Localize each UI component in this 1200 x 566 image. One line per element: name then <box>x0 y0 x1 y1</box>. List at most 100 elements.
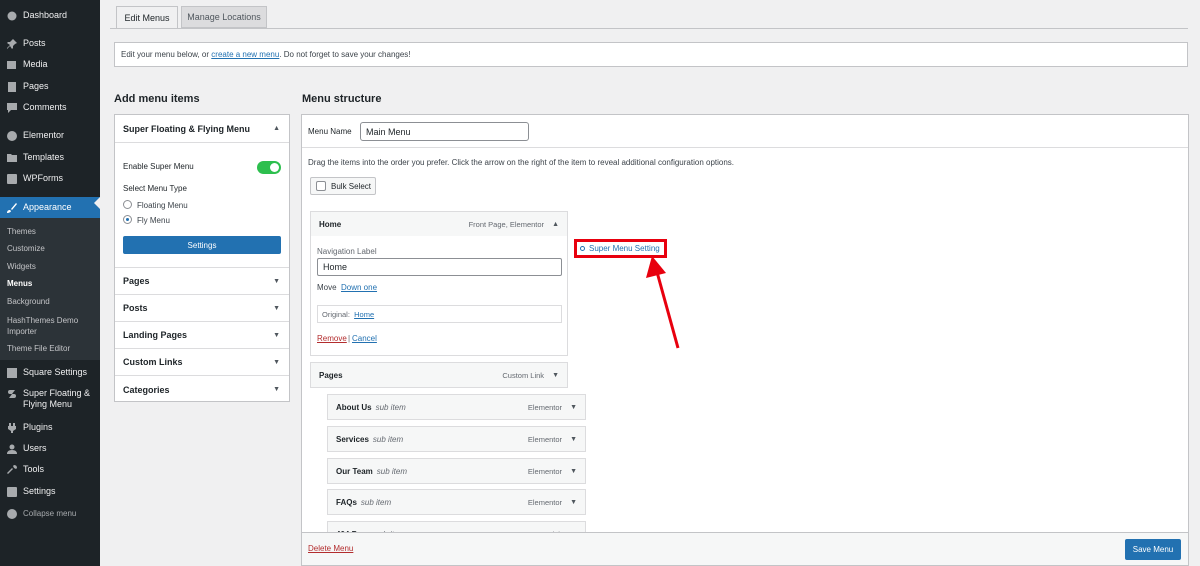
menu-name-input[interactable]: Main Menu <box>360 122 529 141</box>
fly-menu-label: Fly Menu <box>137 216 170 225</box>
s-icon <box>7 389 17 399</box>
chevron-down-icon: ▼ <box>273 304 280 312</box>
chevron-down-icon: ▼ <box>273 331 280 339</box>
chevron-up-icon: ▲ <box>273 125 280 132</box>
elementor-icon <box>7 131 17 141</box>
submenu-theme-file-editor[interactable]: Theme File Editor <box>0 344 70 353</box>
collapse-icon <box>7 509 17 519</box>
chevron-down-icon: ▼ <box>273 386 280 393</box>
submenu-menus[interactable]: Menus <box>0 279 32 288</box>
accordion-posts[interactable]: Posts ▼ <box>115 295 289 322</box>
tab-edit-menus[interactable]: Edit Menus <box>116 6 178 29</box>
bulk-select-checkbox[interactable] <box>316 181 326 191</box>
bulk-select-button[interactable]: Bulk Select <box>310 177 376 195</box>
chevron-down-icon[interactable]: ▼ <box>570 436 577 443</box>
select-menu-type-label: Select Menu Type <box>123 184 187 193</box>
menu-structure-panel: Menu Name Main Menu Drag the items into … <box>301 114 1189 566</box>
menu-item-home[interactable]: Home Front Page, Elementor ▲ <box>310 211 568 237</box>
submenu-widgets[interactable]: Widgets <box>0 262 36 271</box>
brush-icon <box>7 202 17 213</box>
plugin-icon <box>7 423 17 433</box>
chevron-down-icon[interactable]: ▼ <box>570 468 577 475</box>
remove-link[interactable]: Remove <box>317 334 347 343</box>
menu-item-our-team[interactable]: Our Team sub item Elementor ▼ <box>327 458 586 484</box>
sidebar-item-appearance[interactable]: Appearance <box>0 197 100 218</box>
chevron-down-icon[interactable]: ▼ <box>570 404 577 411</box>
submenu-themes[interactable]: Themes <box>0 227 36 236</box>
sidebar-item-templates[interactable]: Templates <box>0 152 100 163</box>
folder-icon <box>7 153 17 163</box>
create-new-menu-link[interactable]: create a new menu <box>211 50 279 59</box>
form-icon <box>7 174 17 184</box>
sidebar-item-settings[interactable]: Settings <box>0 486 100 497</box>
sidebar-item-users[interactable]: Users <box>0 443 100 454</box>
sidebar-item-tools[interactable]: Tools <box>0 464 100 475</box>
menu-item-about-us[interactable]: About Us sub item Elementor ▼ <box>327 394 586 420</box>
menu-name-row: Menu Name Main Menu <box>302 115 1188 148</box>
admin-sidebar: Dashboard Posts Media Pages Comments Ele… <box>0 0 100 566</box>
save-menu-button[interactable]: Save Menu <box>1125 539 1181 560</box>
navigation-label-label: Navigation Label <box>317 247 377 256</box>
submenu-hashthemes-demo-importer[interactable]: HashThemes Demo Importer <box>0 315 90 337</box>
accordion-custom-links[interactable]: Custom Links ▼ <box>115 349 289 376</box>
enable-super-menu-label: Enable Super Menu <box>123 162 194 171</box>
media-icon <box>7 60 17 70</box>
original-box: Original: Home <box>317 305 562 323</box>
gear-icon <box>580 246 585 251</box>
user-icon <box>7 444 17 454</box>
delete-menu-link[interactable]: Delete Menu <box>308 544 353 553</box>
add-menu-items-heading: Add menu items <box>114 93 200 105</box>
tab-manage-locations[interactable]: Manage Locations <box>181 6 267 28</box>
sidebar-item-elementor[interactable]: Elementor <box>0 130 100 141</box>
floating-menu-label: Floating Menu <box>137 201 188 210</box>
page-icon <box>7 82 17 92</box>
navigation-label-input[interactable]: Home <box>317 258 562 276</box>
radio-fly-menu[interactable] <box>123 215 132 224</box>
square-icon <box>7 368 17 378</box>
accordion-super-floating-menu[interactable]: Super Floating & Flying Menu ▲ <box>115 115 289 143</box>
sidebar-item-posts[interactable]: Posts <box>0 38 100 49</box>
chevron-up-icon[interactable]: ▲ <box>552 221 559 228</box>
super-menu-settings-body: Enable Super Menu Select Menu Type Float… <box>115 143 289 268</box>
original-home-link[interactable]: Home <box>354 310 374 319</box>
action-separator: | <box>348 334 351 343</box>
enable-super-menu-toggle[interactable] <box>257 161 281 174</box>
sidebar-item-pages[interactable]: Pages <box>0 81 100 92</box>
move-down-one-link[interactable]: Down one <box>341 283 377 292</box>
settings-button[interactable]: Settings <box>123 236 281 254</box>
accordion-pages[interactable]: Pages ▼ <box>115 268 289 295</box>
sidebar-item-dashboard[interactable]: Dashboard <box>0 10 100 21</box>
sidebar-item-media[interactable]: Media <box>0 59 100 70</box>
accordion-landing-pages[interactable]: Landing Pages ▼ <box>115 322 289 349</box>
menu-instructions: Drag the items into the order you prefer… <box>308 158 735 167</box>
menu-item-services[interactable]: Services sub item Elementor ▼ <box>327 426 586 452</box>
annotation-arrow-icon <box>646 256 680 349</box>
appearance-submenu: Themes Customize Widgets Menus Backgroun… <box>0 218 100 360</box>
menu-item-pages[interactable]: Pages Custom Link ▼ <box>310 362 568 388</box>
menu-footer-bar: Delete Menu Save Menu <box>301 532 1189 566</box>
radio-floating-menu[interactable] <box>123 200 132 209</box>
wrench-icon <box>7 465 17 475</box>
submenu-customize[interactable]: Customize <box>0 244 45 253</box>
notice-bar: Edit your menu below, or create a new me… <box>114 42 1188 67</box>
comment-icon <box>7 103 17 113</box>
sidebar-item-square-settings[interactable]: Square Settings <box>0 367 100 378</box>
sidebar-collapse-menu[interactable]: Collapse menu <box>0 508 100 519</box>
dashboard-icon <box>7 11 17 21</box>
menu-item-faqs[interactable]: FAQs sub item Elementor ▼ <box>327 489 586 515</box>
chevron-down-icon: ▼ <box>273 358 280 366</box>
chevron-down-icon[interactable]: ▼ <box>570 499 577 506</box>
submenu-background[interactable]: Background <box>0 297 50 306</box>
sidebar-item-plugins[interactable]: Plugins <box>0 422 100 433</box>
sidebar-item-super-floating-menu[interactable]: Super Floating & Flying Menu <box>0 388 100 410</box>
sidebar-item-comments[interactable]: Comments <box>0 102 100 113</box>
add-menu-items-panel: Super Floating & Flying Menu ▲ Enable Su… <box>114 114 290 402</box>
cancel-link[interactable]: Cancel <box>352 334 377 343</box>
menu-item-home-settings: Navigation Label Home Move Down one Orig… <box>310 236 568 356</box>
tab-divider <box>110 28 1188 29</box>
menu-name-label: Menu Name <box>308 127 352 136</box>
accordion-categories[interactable]: Categories ▼ <box>115 376 289 403</box>
chevron-down-icon[interactable]: ▼ <box>552 372 559 379</box>
sidebar-item-wpforms[interactable]: WPForms <box>0 173 100 184</box>
menu-structure-heading: Menu structure <box>302 93 382 105</box>
